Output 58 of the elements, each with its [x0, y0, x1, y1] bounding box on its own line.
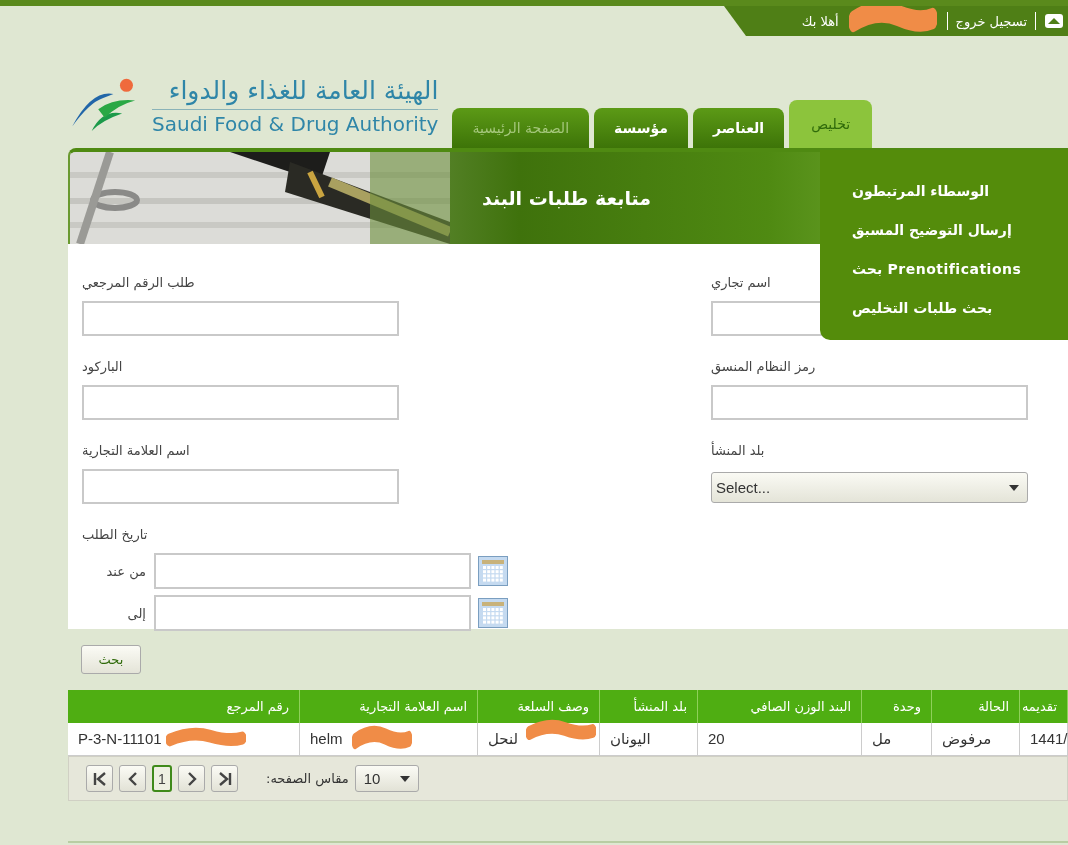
logout-link[interactable]: تسجيل خروج [955, 13, 1027, 29]
field-label: طلب الرقم المرجعي [82, 274, 195, 293]
page-size-select[interactable]: 10 [354, 765, 419, 792]
last-page-button[interactable] [211, 765, 238, 792]
select-dropdown[interactable]: Select... [711, 472, 1028, 503]
column-header[interactable]: الحالة [932, 690, 1020, 723]
page-title: متابعة طلبات البند [482, 187, 652, 209]
column-header[interactable]: بلد المنشأ [600, 690, 698, 723]
column-header[interactable]: البند الوزن الصافي [698, 690, 862, 723]
dropdown-arrow-icon [1009, 484, 1019, 491]
field-label: اسم العلامة التجارية [82, 442, 190, 461]
column-header[interactable]: رقم المرجع [68, 690, 300, 723]
table-cell: 20 [698, 723, 862, 756]
input-field[interactable] [711, 385, 1028, 420]
input-field[interactable] [82, 301, 399, 336]
table-cell: helm [300, 723, 478, 756]
menu-item[interactable]: Prenotifications بحث [852, 258, 1022, 280]
field-label: تاريخ الطلب [82, 526, 148, 545]
page-number-button[interactable]: 1 [152, 765, 172, 792]
table-cell: مل [862, 723, 932, 756]
first-page-button[interactable] [86, 765, 113, 792]
column-header[interactable]: وحدة [862, 690, 932, 723]
table-cell: P-3-N-11101 [68, 723, 300, 756]
page-size-label: مقاس الصفحه: [266, 771, 349, 786]
field-label: الباركود [82, 358, 123, 377]
column-header[interactable]: تقديمه [1020, 690, 1068, 723]
nav-tab[interactable]: تخليص [789, 100, 873, 148]
nav-tab[interactable]: مؤسسة [594, 108, 688, 148]
search-button[interactable]: بحث [81, 645, 141, 674]
field-label: من عند [105, 563, 146, 579]
logo-arabic-text: الهيئة العامة للغذاء والدواء [152, 75, 439, 110]
menu-item[interactable]: الوسطاء المرتبطون [852, 180, 989, 202]
menu-item[interactable]: بحث طلبات التخليص [852, 297, 993, 319]
menu-item[interactable]: إرسال التوضيح المسبق [852, 219, 1012, 241]
previous-page-button[interactable] [119, 765, 146, 792]
table-cell: اليونان [600, 723, 698, 756]
field-label: رمز النظام المنسق [711, 358, 816, 377]
first-page-icon [92, 771, 107, 786]
input-field[interactable] [154, 553, 471, 589]
calendar-icon[interactable] [478, 556, 508, 586]
home-icon[interactable] [1044, 13, 1064, 29]
next-page-button[interactable] [178, 765, 205, 792]
greeting-text: أهلا بك [801, 13, 839, 29]
column-header[interactable]: وصف السلعة [478, 690, 600, 723]
table-cell: مرفوض [932, 723, 1020, 756]
last-page-icon [217, 771, 232, 786]
input-field[interactable] [82, 469, 399, 504]
table-cell: 1441/ [1020, 723, 1068, 756]
dropdown-arrow-icon [399, 775, 410, 782]
calendar-icon[interactable] [478, 598, 508, 628]
field-label: بلد المنشأ [711, 440, 765, 460]
logo-english-text: Saudi Food & Drug Authority [152, 111, 439, 138]
nav-tab[interactable]: العناصر [693, 108, 785, 148]
field-label: إلى [126, 605, 146, 621]
column-header[interactable]: اسم العلامة التجارية [300, 690, 478, 723]
field-label: اسم تجاري [711, 274, 771, 293]
input-field[interactable] [82, 385, 399, 420]
input-field[interactable] [154, 595, 471, 631]
